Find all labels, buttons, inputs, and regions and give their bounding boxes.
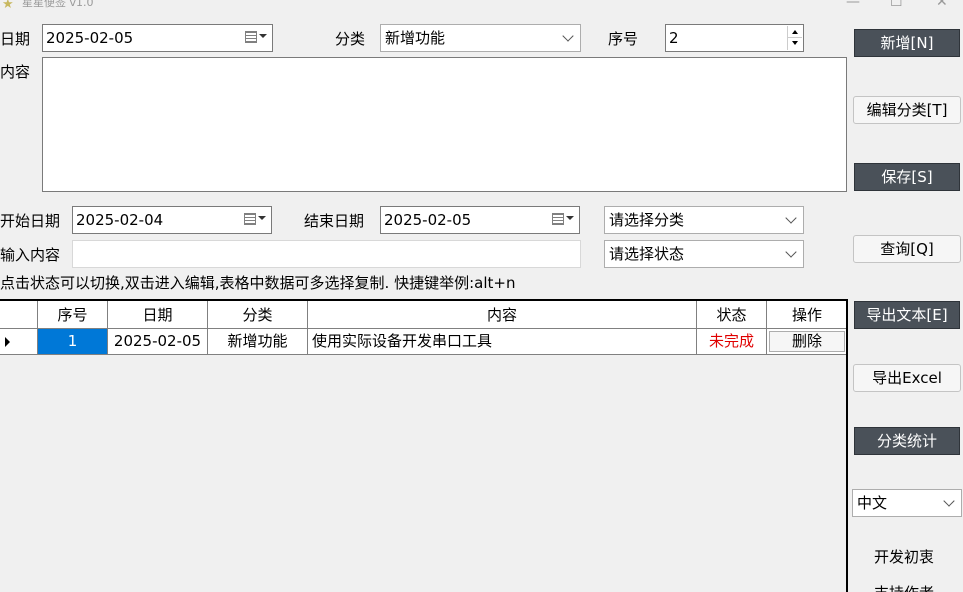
header-action[interactable]: 操作 xyxy=(767,301,848,328)
filter-category-select[interactable]: 请选择分类 xyxy=(604,206,804,234)
date-label: 日期 xyxy=(0,30,31,48)
chevron-down-icon xyxy=(785,246,797,258)
end-date-picker[interactable]: 2025-02-05 xyxy=(380,206,580,234)
cell-action: 删除 xyxy=(767,329,848,354)
seq-label: 序号 xyxy=(608,30,639,48)
date-picker[interactable]: 2025-02-05 xyxy=(42,24,273,52)
chevron-down-icon xyxy=(943,495,955,507)
end-date-value: 2025-02-05 xyxy=(384,211,472,229)
row-header-corner xyxy=(0,301,38,328)
end-date-label: 结束日期 xyxy=(304,212,365,230)
title-bar: ★ 星星便签 v1.0 — ☐ ✕ xyxy=(0,0,963,14)
close-button[interactable]: ✕ xyxy=(936,0,948,9)
category-stats-button[interactable]: 分类统计 xyxy=(854,427,960,455)
cell-seq[interactable]: 1 xyxy=(38,329,108,354)
language-value: 中文 xyxy=(857,494,888,512)
star-icon: ★ xyxy=(2,0,14,12)
seq-stepper[interactable]: 2 xyxy=(665,24,804,52)
minimize-button[interactable]: — xyxy=(846,0,860,9)
seq-value: 2 xyxy=(669,29,679,47)
start-date-picker[interactable]: 2025-02-04 xyxy=(72,206,272,234)
content-label: 内容 xyxy=(0,63,31,81)
content-textarea[interactable] xyxy=(42,57,847,192)
calendar-dropdown-icon[interactable] xyxy=(244,213,266,229)
edit-category-button[interactable]: 编辑分类[T] xyxy=(853,96,961,124)
calendar-dropdown-icon[interactable] xyxy=(245,31,267,47)
header-content[interactable]: 内容 xyxy=(308,301,697,328)
dev-intent-link[interactable]: 开发初衷 xyxy=(874,547,934,567)
start-date-value: 2025-02-04 xyxy=(76,211,164,229)
maximize-button[interactable]: ☐ xyxy=(890,0,903,9)
filter-status-placeholder: 请选择状态 xyxy=(609,245,685,263)
header-status[interactable]: 状态 xyxy=(697,301,767,328)
cell-status[interactable]: 未完成 xyxy=(697,329,767,354)
calendar-dropdown-icon[interactable] xyxy=(552,213,574,229)
header-date[interactable]: 日期 xyxy=(108,301,208,328)
row-selector[interactable] xyxy=(0,329,38,354)
add-button[interactable]: 新增[N] xyxy=(854,29,960,57)
query-button[interactable]: 查询[Q] xyxy=(853,235,961,263)
chevron-down-icon xyxy=(562,30,574,42)
cell-content[interactable]: 使用实际设备开发串口工具 xyxy=(308,329,697,354)
input-content-label: 输入内容 xyxy=(0,246,61,264)
delete-button[interactable]: 删除 xyxy=(769,331,845,352)
start-date-label: 开始日期 xyxy=(0,212,61,230)
stepper-up-icon[interactable] xyxy=(792,30,798,34)
cell-date[interactable]: 2025-02-05 xyxy=(108,329,208,354)
grid-divider xyxy=(846,300,848,592)
hint-text: 点击状态可以切换,双击进入编辑,表格中数据可多选择复制. 快捷键举例:alt+n xyxy=(0,274,516,292)
export-text-button[interactable]: 导出文本[E] xyxy=(854,301,960,329)
cell-category[interactable]: 新增功能 xyxy=(208,329,308,354)
stepper-buttons[interactable] xyxy=(787,26,802,50)
language-select[interactable]: 中文 xyxy=(852,489,962,517)
filter-category-placeholder: 请选择分类 xyxy=(609,211,685,229)
header-category[interactable]: 分类 xyxy=(208,301,308,328)
table-header: 序号 日期 分类 内容 状态 操作 xyxy=(0,299,848,329)
date-value: 2025-02-05 xyxy=(46,29,134,47)
window-title: 星星便签 v1.0 xyxy=(22,0,94,9)
row-arrow-icon xyxy=(5,337,10,347)
filter-status-select[interactable]: 请选择状态 xyxy=(604,240,804,268)
table-row[interactable]: 1 2025-02-05 新增功能 使用实际设备开发串口工具 未完成 删除 xyxy=(0,329,848,355)
search-input[interactable] xyxy=(72,240,581,268)
chevron-down-icon xyxy=(785,212,797,224)
stepper-down-icon[interactable] xyxy=(792,41,798,45)
header-seq[interactable]: 序号 xyxy=(38,301,108,328)
category-label: 分类 xyxy=(335,30,366,48)
export-excel-button[interactable]: 导出Excel xyxy=(853,364,961,392)
support-author-link[interactable]: 支持作者 xyxy=(874,583,934,592)
category-value: 新增功能 xyxy=(385,29,446,47)
category-select[interactable]: 新增功能 xyxy=(380,24,581,52)
save-button[interactable]: 保存[S] xyxy=(854,163,960,191)
